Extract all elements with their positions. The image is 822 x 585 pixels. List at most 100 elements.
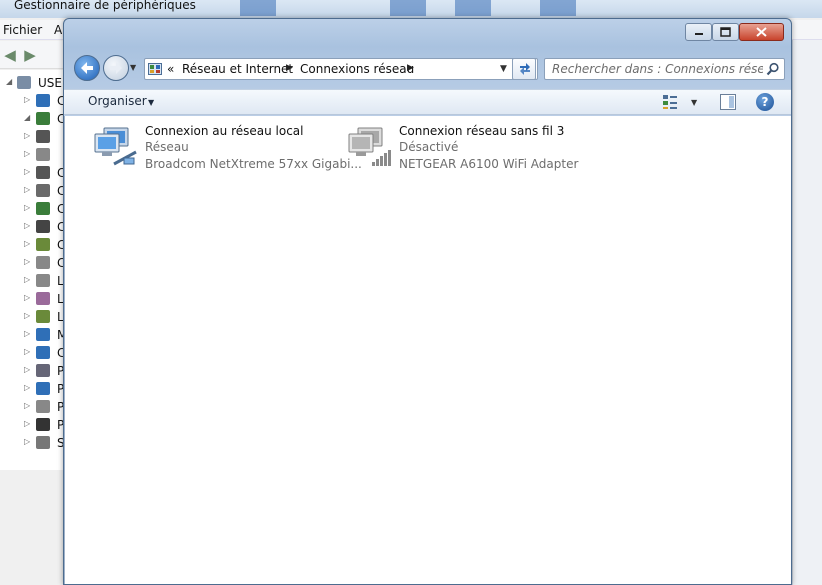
forward-button[interactable] xyxy=(103,55,129,81)
connection-item-wireless[interactable]: Connexion réseau sans fil 3 Désactivé NE… xyxy=(346,122,586,174)
tree-item[interactable]: ▷ P xyxy=(0,416,66,434)
expand-icon[interactable]: ▷ xyxy=(24,419,30,428)
breadcrumb-separator-icon[interactable]: ▶ xyxy=(286,63,293,73)
address-bar[interactable]: « Réseau et Internet ▶ Connexions réseau… xyxy=(144,58,538,80)
expand-icon[interactable]: ▷ xyxy=(24,185,30,194)
search-box[interactable] xyxy=(544,58,785,80)
expand-icon[interactable]: ▷ xyxy=(24,437,30,446)
expand-icon[interactable]: ▷ xyxy=(24,239,30,248)
breadcrumb-separator-icon[interactable]: ▶ xyxy=(407,63,414,73)
tree-item[interactable]: ▷ C xyxy=(0,236,66,254)
expand-icon[interactable]: ▷ xyxy=(24,365,30,374)
wired-network-icon xyxy=(94,127,137,166)
tree-item[interactable]: ▷ C xyxy=(0,344,66,362)
tree-item[interactable]: ▷ C xyxy=(0,218,66,236)
organise-dropdown-icon[interactable]: ▼ xyxy=(148,98,154,107)
recent-pages-dropdown[interactable]: ▼ xyxy=(130,63,136,72)
back-arrow-icon[interactable]: ◀ xyxy=(2,47,18,63)
menu-action[interactable]: A xyxy=(54,23,62,37)
tree-root[interactable]: ◢ USER xyxy=(0,74,70,92)
device-category-icon xyxy=(36,328,50,341)
change-view-icon[interactable] xyxy=(662,94,678,110)
expand-icon[interactable]: ▷ xyxy=(24,347,30,356)
expand-icon[interactable]: ▷ xyxy=(24,311,30,320)
breadcrumb-reseau-internet[interactable]: Réseau et Internet xyxy=(182,62,293,76)
taskbar-hint xyxy=(455,0,491,16)
menu-file[interactable]: Fichier xyxy=(3,23,42,37)
expand-icon[interactable]: ▷ xyxy=(24,221,30,230)
tree-item[interactable]: ▷ xyxy=(0,128,66,146)
maximize-icon xyxy=(720,27,731,37)
taskbar-hint xyxy=(540,0,576,16)
expand-icon[interactable]: ▷ xyxy=(24,167,30,176)
tree-item[interactable]: ▷ L xyxy=(0,272,66,290)
back-button[interactable] xyxy=(74,55,100,81)
tree-item[interactable]: ▷ C xyxy=(0,164,66,182)
search-icon[interactable] xyxy=(766,62,780,79)
device-category-icon xyxy=(36,148,50,161)
expand-icon[interactable]: ▷ xyxy=(24,149,30,158)
tree-item[interactable]: ▷ P xyxy=(0,380,66,398)
expand-icon[interactable]: ▷ xyxy=(24,131,30,140)
device-category-icon xyxy=(36,256,50,269)
device-tree: ◢ USER ▷C◢C▷▷▷C▷C▷C▷C▷C▷C▷L▷L▷L▷M▷C▷P▷P▷… xyxy=(0,70,70,470)
preview-pane-button[interactable] xyxy=(720,94,736,110)
expand-icon[interactable]: ▷ xyxy=(24,401,30,410)
tree-item[interactable]: ◢ C xyxy=(0,110,66,128)
device-category-icon xyxy=(36,364,50,377)
minimize-icon xyxy=(694,33,703,35)
maximize-button[interactable] xyxy=(712,23,739,41)
expand-icon[interactable]: ◢ xyxy=(24,113,30,122)
connection-status: Réseau xyxy=(145,140,189,154)
connection-name: Connexion au réseau local xyxy=(145,124,304,138)
connection-status: Désactivé xyxy=(399,140,459,154)
tree-item[interactable]: ▷ L xyxy=(0,308,66,326)
device-category-icon xyxy=(36,436,50,449)
device-category-icon xyxy=(36,166,50,179)
connection-adapter: Broadcom NetXtreme 57xx Gigabi... xyxy=(145,157,362,171)
tree-item[interactable]: ▷M xyxy=(0,326,67,344)
help-button[interactable]: ? xyxy=(756,93,774,111)
tree-item[interactable]: ▷ P xyxy=(0,362,66,380)
device-category-icon xyxy=(36,274,50,287)
device-manager-toolbar: ◀ ▶ xyxy=(0,41,70,69)
device-category-icon xyxy=(36,220,50,233)
collapse-icon[interactable]: ◢ xyxy=(6,77,12,86)
device-category-icon xyxy=(36,202,50,215)
tree-item[interactable]: ▷ P xyxy=(0,398,66,416)
network-connections-window: ▼ « Réseau et Internet ▶ Connexions rése… xyxy=(63,18,792,585)
tree-item[interactable]: ▷ S xyxy=(0,434,66,452)
minimize-button[interactable] xyxy=(685,23,712,41)
device-category-icon xyxy=(36,238,50,251)
breadcrumb-connexions-reseau[interactable]: Connexions réseau xyxy=(300,62,414,76)
close-button[interactable] xyxy=(739,23,784,41)
tree-item[interactable]: ▷ C xyxy=(0,92,66,110)
tree-item[interactable]: ▷ C xyxy=(0,200,66,218)
back-arrow-icon xyxy=(81,62,93,74)
refresh-button[interactable] xyxy=(512,58,536,80)
tree-item[interactable]: ▷ L xyxy=(0,290,66,308)
breadcrumb-overflow[interactable]: « xyxy=(167,62,174,76)
device-category-icon xyxy=(36,346,50,359)
search-input[interactable] xyxy=(545,59,763,79)
control-panel-icon xyxy=(148,63,162,75)
expand-icon[interactable]: ▷ xyxy=(24,275,30,284)
tree-item[interactable]: ▷ C xyxy=(0,254,66,272)
taskbar-hint xyxy=(240,0,276,16)
expand-icon[interactable]: ▷ xyxy=(24,329,30,338)
expand-icon[interactable]: ▷ xyxy=(24,257,30,266)
address-history-dropdown-icon[interactable]: ▼ xyxy=(500,64,507,74)
forward-arrow-icon[interactable]: ▶ xyxy=(22,47,38,63)
organise-button[interactable]: Organiser xyxy=(88,94,147,108)
device-category-icon xyxy=(36,310,50,323)
tree-item[interactable]: ▷ C xyxy=(0,182,66,200)
expand-icon[interactable]: ▷ xyxy=(24,293,30,302)
connection-item-local[interactable]: Connexion au réseau local Réseau Broadco… xyxy=(92,122,362,174)
connection-name: Connexion réseau sans fil 3 xyxy=(399,124,565,138)
view-options-dropdown-icon[interactable]: ▼ xyxy=(691,98,697,107)
computer-icon xyxy=(17,76,31,89)
expand-icon[interactable]: ▷ xyxy=(24,383,30,392)
expand-icon[interactable]: ▷ xyxy=(24,95,30,104)
tree-item[interactable]: ▷ xyxy=(0,146,66,164)
expand-icon[interactable]: ▷ xyxy=(24,203,30,212)
